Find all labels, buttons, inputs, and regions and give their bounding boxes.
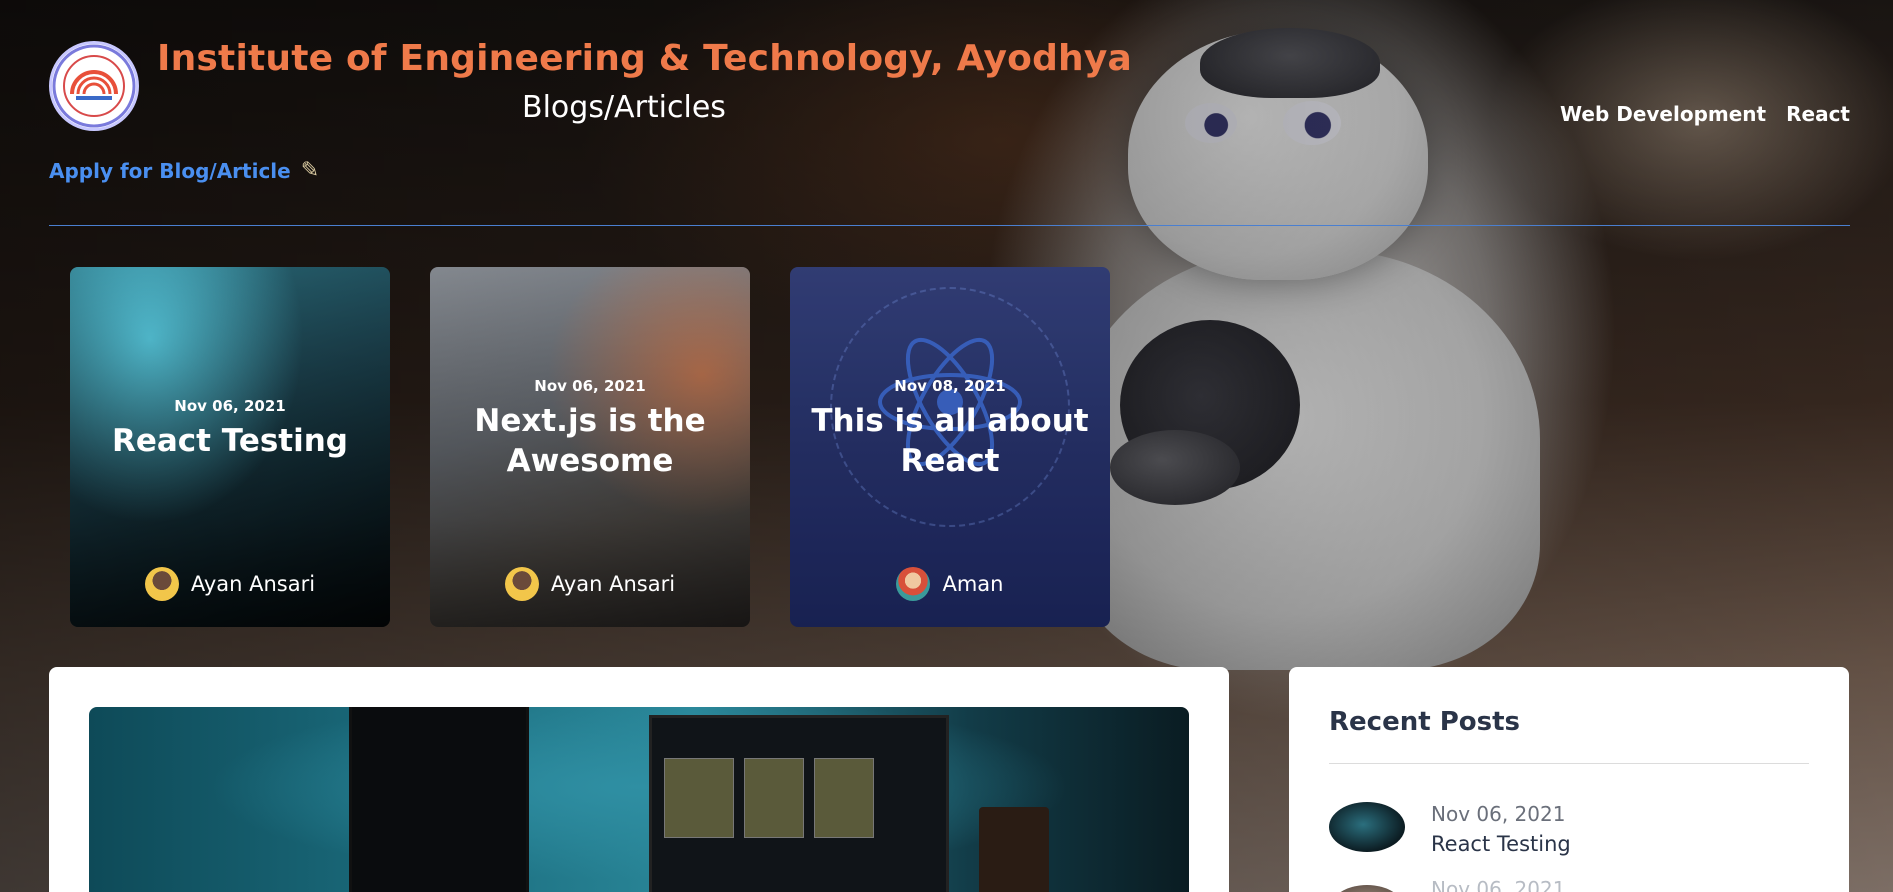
card-date: Nov 08, 2021 (894, 377, 1006, 395)
card-title[interactable]: React Testing (86, 421, 374, 461)
recent-posts-sidebar: Recent Posts Nov 06, 2021 React Testing … (1289, 667, 1849, 892)
pen-icon: ✎ (300, 158, 320, 183)
recent-post-date: Nov 06, 2021 (1431, 877, 1566, 892)
sidebar-title: Recent Posts (1329, 707, 1520, 737)
sidebar-divider (1329, 763, 1809, 764)
apply-link[interactable]: Apply for Blog/Article ✎ (49, 158, 319, 183)
recent-post-date: Nov 06, 2021 (1431, 802, 1566, 826)
card-title[interactable]: This is all about React (806, 401, 1094, 481)
nav-item-web-development[interactable]: Web Development (1560, 102, 1766, 126)
header-divider (49, 225, 1850, 226)
card-title[interactable]: Next.js is the Awesome (446, 401, 734, 481)
avatar (504, 567, 539, 601)
card-author: Ayan Ansari (430, 567, 750, 601)
author-name: Ayan Ansari (190, 572, 316, 596)
nav-item-react[interactable]: React (1786, 102, 1850, 126)
recent-post-thumbnail (1329, 802, 1405, 852)
author-name: Ayan Ansari (550, 572, 676, 596)
card-date: Nov 06, 2021 (534, 377, 646, 395)
institute-logo-icon[interactable] (49, 41, 139, 131)
card-author: Ayan Ansari (70, 567, 390, 601)
card-date: Nov 06, 2021 (174, 397, 286, 415)
recent-post-item[interactable]: Nov 06, 2021 React Testing (1329, 802, 1571, 856)
featured-card[interactable]: Nov 08, 2021 This is all about React Ama… (790, 267, 1110, 627)
card-author: Aman (790, 567, 1110, 601)
top-nav: Web Development React (1560, 102, 1850, 126)
apply-link-label: Apply for Blog/Article (49, 158, 291, 183)
avatar (144, 567, 179, 601)
site-title: Institute of Engineering & Technology, A… (157, 38, 1133, 79)
avatar (896, 567, 931, 601)
page-subtitle: Blogs/Articles (522, 90, 726, 125)
author-name: Aman (942, 572, 1004, 596)
main-article-panel (49, 667, 1229, 892)
featured-card[interactable]: Nov 06, 2021 React Testing Ayan Ansari (70, 267, 390, 627)
recent-post-title[interactable]: React Testing (1431, 832, 1571, 856)
article-hero-image[interactable] (89, 707, 1189, 892)
featured-card[interactable]: Nov 06, 2021 Next.js is the Awesome Ayan… (430, 267, 750, 627)
recent-post-thumbnail[interactable] (1329, 885, 1405, 892)
